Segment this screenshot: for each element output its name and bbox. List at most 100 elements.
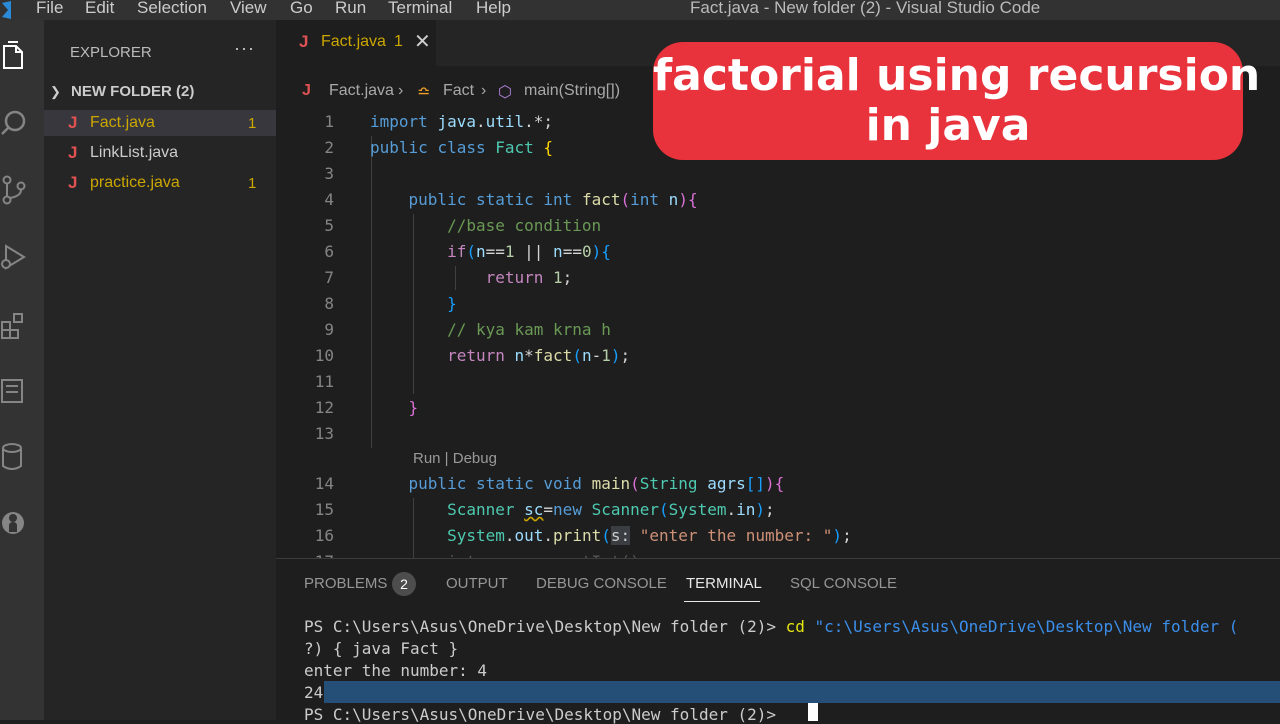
method-icon: ⬡ bbox=[498, 84, 512, 101]
menu-terminal[interactable]: Terminal bbox=[388, 0, 452, 18]
code-line: // kya kam krna h bbox=[447, 320, 611, 339]
source-control-icon[interactable] bbox=[0, 172, 30, 206]
chevron-right-icon: › bbox=[481, 82, 487, 99]
terminal-line: PS C:\Users\Asus\OneDrive\Desktop\New fo… bbox=[304, 617, 1238, 636]
explorer-icon[interactable] bbox=[0, 40, 30, 74]
terminal-command-path: "c:\Users\Asus\OneDrive\Desktop\New fold… bbox=[804, 617, 1239, 636]
code-line: } bbox=[447, 294, 457, 313]
line-number: 13 bbox=[314, 424, 334, 443]
title-bar: File Edit Selection View Go Run Terminal… bbox=[0, 0, 1280, 20]
banner-line-2: in java bbox=[865, 100, 1031, 151]
line-number: 4 bbox=[324, 190, 334, 209]
class-icon: ≏ bbox=[417, 84, 431, 101]
database-icon[interactable] bbox=[0, 440, 30, 474]
terminal-line: ?) { java Fact } bbox=[304, 639, 459, 658]
vscode-logo-icon bbox=[0, 0, 14, 20]
terminal-command: cd bbox=[785, 617, 805, 636]
code-line: return n*fact(n-1); bbox=[447, 346, 631, 365]
tab-output[interactable]: OUTPUT bbox=[446, 575, 508, 592]
menu-selection[interactable]: Selection bbox=[137, 0, 207, 18]
menu-edit[interactable]: Edit bbox=[85, 0, 114, 18]
run-debug-icon[interactable] bbox=[0, 240, 30, 274]
folder-new-folder-2[interactable]: ❯ NEW FOLDER (2) bbox=[44, 82, 276, 104]
code-line: } bbox=[408, 398, 419, 417]
explorer-header: EXPLORER bbox=[70, 44, 152, 61]
terminal-prompt[interactable]: PS C:\Users\Asus\OneDrive\Desktop\New fo… bbox=[304, 705, 786, 724]
line-number: 12 bbox=[314, 398, 334, 417]
menu-view[interactable]: View bbox=[230, 0, 267, 18]
breadcrumb-class[interactable]: Fact bbox=[443, 82, 474, 100]
search-icon[interactable] bbox=[0, 106, 30, 140]
java-file-icon: J bbox=[68, 173, 78, 192]
tab-debug-console[interactable]: DEBUG CONSOLE bbox=[536, 575, 667, 592]
code-line: import java.util.*; bbox=[370, 112, 554, 131]
line-number: 8 bbox=[324, 294, 334, 313]
tab-problems[interactable]: PROBLEMS bbox=[304, 575, 387, 592]
java-file-icon: J bbox=[302, 82, 311, 99]
menu-help[interactable]: Help bbox=[476, 0, 511, 18]
line-number: 9 bbox=[324, 320, 334, 339]
breadcrumb-file[interactable]: Fact.java bbox=[329, 82, 394, 100]
close-icon[interactable]: ✕ bbox=[414, 29, 431, 54]
problem-count-badge: 1 bbox=[248, 115, 257, 132]
code-line: Scanner sc=new Scanner(System.in); bbox=[447, 500, 775, 519]
line-number: 15 bbox=[314, 500, 334, 519]
file-linklist-java[interactable]: J LinkList.java bbox=[44, 140, 276, 166]
java-file-icon: J bbox=[68, 143, 78, 162]
explorer-sidebar: EXPLORER ··· ❯ NEW FOLDER (2) J Fact.jav… bbox=[44, 20, 276, 720]
folder-name: NEW FOLDER (2) bbox=[71, 83, 195, 100]
terminal-cursor bbox=[808, 703, 818, 721]
codelens-run-debug[interactable]: Run | Debug bbox=[413, 450, 497, 467]
menu-go[interactable]: Go bbox=[290, 0, 313, 18]
problems-count-badge: 2 bbox=[392, 572, 416, 596]
line-number: 10 bbox=[314, 346, 334, 365]
terminal-output: 24 bbox=[304, 683, 324, 702]
code-line: //base condition bbox=[447, 216, 602, 235]
java-file-icon: J bbox=[68, 113, 78, 132]
line-number: 2 bbox=[324, 138, 334, 157]
breadcrumb-method[interactable]: main(String[]) bbox=[524, 82, 620, 100]
bottom-panel: PROBLEMS 2 OUTPUT DEBUG CONSOLE TERMINAL… bbox=[276, 558, 1280, 724]
file-name: Fact.java bbox=[90, 114, 155, 131]
tab-fact-java[interactable]: J Fact.java 1 ✕ bbox=[276, 20, 436, 66]
file-practice-java[interactable]: J practice.java 1 bbox=[44, 170, 276, 196]
code-line: if(n==1 || n==0){ bbox=[447, 242, 611, 261]
extensions-icon[interactable] bbox=[0, 308, 30, 342]
line-number: 7 bbox=[324, 268, 334, 287]
code-editor[interactable]: 1 2 3 4 5 6 7 8 9 10 11 12 13 14 15 16 1… bbox=[276, 106, 1280, 558]
activity-bar bbox=[0, 20, 44, 720]
chevron-right-icon: › bbox=[398, 82, 404, 99]
banner-line-1: factorial using recursion bbox=[653, 50, 1261, 101]
java-file-icon: J bbox=[299, 32, 309, 51]
line-number: 1 bbox=[324, 112, 334, 131]
line-number: 6 bbox=[324, 242, 334, 261]
title-banner: factorial using recursion in java bbox=[653, 42, 1261, 160]
chevron-down-icon: ❯ bbox=[50, 84, 61, 99]
tab-sql-console[interactable]: SQL CONSOLE bbox=[790, 575, 897, 592]
more-actions-icon[interactable]: ··· bbox=[234, 38, 255, 59]
remote-explorer-icon[interactable] bbox=[0, 374, 30, 408]
github-icon[interactable] bbox=[0, 506, 30, 540]
menu-run[interactable]: Run bbox=[335, 0, 366, 18]
terminal-selection-highlight bbox=[324, 681, 1280, 703]
problem-count-badge: 1 bbox=[248, 175, 257, 192]
window-title: Fact.java - New folder (2) - Visual Stud… bbox=[690, 0, 1041, 17]
menu-file[interactable]: File bbox=[36, 0, 63, 18]
tab-label: Fact.java bbox=[321, 33, 386, 50]
code-line: public class Fact { bbox=[370, 138, 554, 157]
line-number: 16 bbox=[314, 526, 334, 545]
code-line: public static void main(String agrs[]){ bbox=[408, 474, 785, 493]
file-name: LinkList.java bbox=[90, 144, 179, 161]
line-number: 11 bbox=[314, 372, 334, 391]
tab-terminal[interactable]: TERMINAL bbox=[686, 575, 762, 592]
line-number: 5 bbox=[324, 216, 334, 235]
line-number: 14 bbox=[314, 474, 334, 493]
file-name: practice.java bbox=[90, 174, 180, 191]
terminal-line: enter the number: 4 bbox=[304, 661, 488, 680]
file-fact-java[interactable]: J Fact.java 1 bbox=[44, 110, 276, 136]
active-tab-underline bbox=[684, 601, 760, 602]
terminal-prompt: PS C:\Users\Asus\OneDrive\Desktop\New fo… bbox=[304, 617, 786, 636]
code-line: System.out.print(s: "enter the number: "… bbox=[447, 526, 852, 545]
code-line: public static int fact(int n){ bbox=[408, 190, 698, 209]
tab-problem-badge: 1 bbox=[394, 33, 403, 50]
